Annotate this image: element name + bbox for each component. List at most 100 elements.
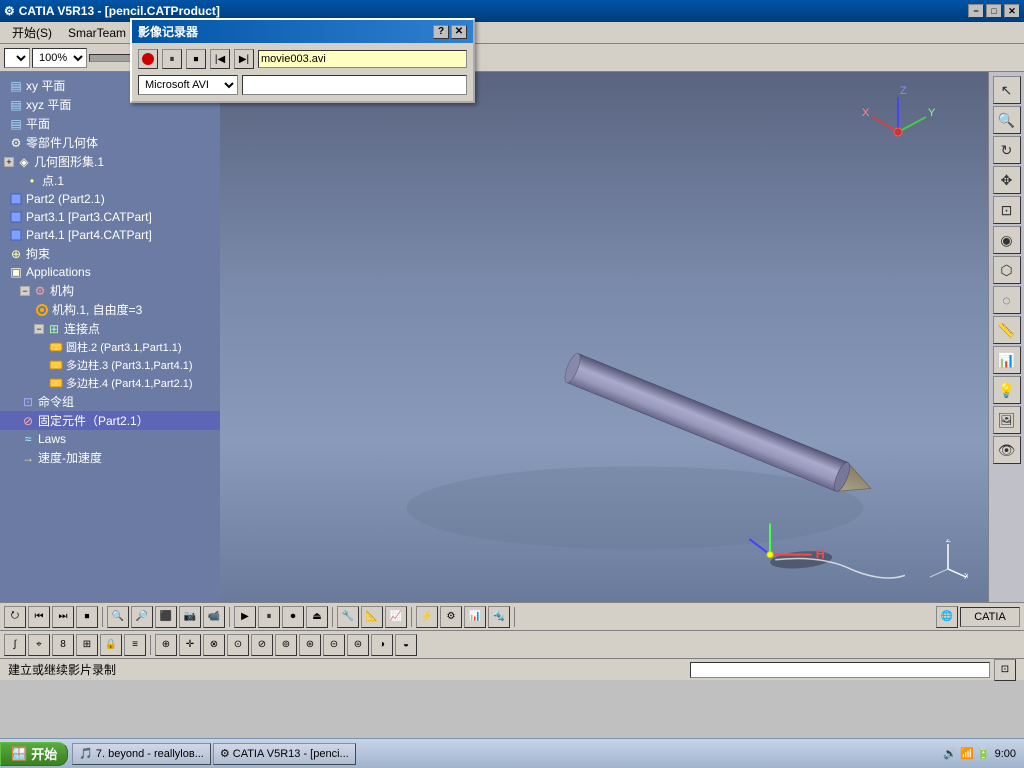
bt2-btn10[interactable]: ⊙ xyxy=(227,634,249,656)
rt-btn-analyze[interactable]: 📊 xyxy=(993,346,1021,374)
bt1-btn19[interactable]: 📊 xyxy=(464,606,486,628)
tree-item-poly4[interactable]: 多边柱.4 (Part4.1,Part2.1) xyxy=(0,374,220,392)
bt1-btn18[interactable]: ⚙ xyxy=(440,606,462,628)
taskbar-app-1[interactable]: 🎵 7. beyond - reallylов... xyxy=(72,743,211,765)
bt2-btn13[interactable]: ⊛ xyxy=(299,634,321,656)
bt1-btn7[interactable]: ⬛ xyxy=(155,606,177,628)
bt1-btn10[interactable]: ▶ xyxy=(234,606,256,628)
dialog-close-button[interactable]: ✕ xyxy=(451,25,467,39)
bt1-btn21[interactable]: 🌐 xyxy=(936,606,958,628)
rt-btn-zoom[interactable]: 🔍 xyxy=(993,106,1021,134)
rt-btn-view[interactable]: 👁 xyxy=(993,436,1021,464)
bt1-btn3[interactable]: ⏭ xyxy=(52,606,74,628)
expand-joints[interactable]: − xyxy=(34,324,44,334)
zoom-select[interactable]: 100% xyxy=(32,48,87,68)
taskbar-app-2[interactable]: ⚙ CATIA V5R13 - [penci... xyxy=(213,743,356,765)
tree-item-applications[interactable]: ▣ Applications xyxy=(0,263,220,281)
dialog-controls: ⏸ ⏹ |◀ ▶| xyxy=(138,49,467,69)
rt-btn-pan[interactable]: ✥ xyxy=(993,166,1021,194)
status-btn[interactable]: ⊡ xyxy=(994,659,1016,681)
tree-item-point[interactable]: • 点.1 xyxy=(0,171,220,190)
bt1-btn12[interactable]: ⏺ xyxy=(282,606,304,628)
tree-item-cyl2[interactable]: 圆柱.2 (Part3.1,Part1.1) xyxy=(0,338,220,356)
close-button[interactable]: ✕ xyxy=(1004,4,1020,18)
tree-item-fixed[interactable]: ⊘ 固定元件（Part2.1） xyxy=(0,411,220,430)
bt1-btn1[interactable]: ⭮ xyxy=(4,606,26,628)
bt2-btn7[interactable]: ⊕ xyxy=(155,634,177,656)
expand-mechanism[interactable]: − xyxy=(20,286,30,296)
rt-btn-light[interactable]: 💡 xyxy=(993,376,1021,404)
rt-btn-render[interactable]: 🖼 xyxy=(993,406,1021,434)
bt1-btn2[interactable]: ⏮ xyxy=(28,606,50,628)
tree-label: 速度-加速度 xyxy=(38,449,102,466)
tree-item-speed[interactable]: → 速度-加速度 xyxy=(0,448,220,467)
menu-start[interactable]: 开始(S) xyxy=(4,22,60,43)
maximize-button[interactable]: □ xyxy=(986,4,1002,18)
pause-button[interactable]: ⏸ xyxy=(162,49,182,69)
minimize-button[interactable]: − xyxy=(968,4,984,18)
bt1-btn15[interactable]: 📐 xyxy=(361,606,383,628)
rt-btn-normal[interactable]: ⊡ xyxy=(993,196,1021,224)
bt1-btn20[interactable]: 🔩 xyxy=(488,606,510,628)
toolbar-dropdown[interactable] xyxy=(4,48,30,68)
codec-input[interactable] xyxy=(242,75,467,95)
bt2-btn11[interactable]: ⊘ xyxy=(251,634,273,656)
tree-item-geo-set[interactable]: + ◈ 几何图形集.1 xyxy=(0,152,220,171)
start-button[interactable]: 🪟 开始 xyxy=(0,742,68,766)
rt-btn-wire[interactable]: ⬡ xyxy=(993,256,1021,284)
bt1-btn13[interactable]: ⏏ xyxy=(306,606,328,628)
bt1-btn5[interactable]: 🔍 xyxy=(107,606,129,628)
bt1-btn4[interactable]: ⏹ xyxy=(76,606,98,628)
expand-btn[interactable]: + xyxy=(4,157,14,167)
bt2-btn6[interactable]: ≡ xyxy=(124,634,146,656)
bt2-btn8[interactable]: ✛ xyxy=(179,634,201,656)
bt2-btn5[interactable]: 🔒 xyxy=(100,634,122,656)
bt2-btn9[interactable]: ⊗ xyxy=(203,634,225,656)
dialog-help-button[interactable]: ? xyxy=(433,25,449,39)
bt2-btn3[interactable]: 8 xyxy=(52,634,74,656)
rt-btn-rotate[interactable]: ↻ xyxy=(993,136,1021,164)
format-select[interactable]: Microsoft AVI xyxy=(138,75,238,95)
point-icon: • xyxy=(24,173,40,189)
bt2-btn2[interactable]: ⌖ xyxy=(28,634,50,656)
video-recorder-dialog[interactable]: 影像记录器 ? ✕ ⏸ ⏹ |◀ ▶| Microsoft AVI xyxy=(130,18,475,103)
bt2-btn17[interactable]: ◒ xyxy=(395,634,417,656)
tree-item-mech1[interactable]: 机构.1, 自由度=3 xyxy=(0,300,220,319)
bt2-btn4[interactable]: ⊞ xyxy=(76,634,98,656)
command-input[interactable] xyxy=(690,662,990,678)
bt1-btn16[interactable]: 📈 xyxy=(385,606,407,628)
bt1-btn11[interactable]: ⏸ xyxy=(258,606,280,628)
next-frame-button[interactable]: ▶| xyxy=(234,49,254,69)
tree-item-joints[interactable]: − ⊞ 连接点 xyxy=(0,319,220,338)
tree-item-geometry[interactable]: ⚙ 零部件几何体 xyxy=(0,133,220,152)
tree-item-cmdgroup[interactable]: ⊡ 命令组 xyxy=(0,392,220,411)
bt2-btn14[interactable]: ⊝ xyxy=(323,634,345,656)
bt1-btn8[interactable]: 📷 xyxy=(179,606,201,628)
tree-item-mechanism[interactable]: − ⚙ 机构 xyxy=(0,281,220,300)
bt1-btn9[interactable]: 📹 xyxy=(203,606,225,628)
record-button[interactable] xyxy=(138,49,158,69)
rt-btn-measure[interactable]: 📏 xyxy=(993,316,1021,344)
rt-btn-shading[interactable]: ◉ xyxy=(993,226,1021,254)
tree-item-part3[interactable]: Part3.1 [Part3.CATPart] xyxy=(0,208,220,226)
bt2-btn15[interactable]: ⊜ xyxy=(347,634,369,656)
menu-smarteam[interactable]: SmarTeam xyxy=(60,24,134,42)
tree-item-plane[interactable]: ▤ 平面 xyxy=(0,114,220,133)
stop-button[interactable]: ⏹ xyxy=(186,49,206,69)
bt2-btn16[interactable]: ◑ xyxy=(371,634,393,656)
tree-item-laws[interactable]: ≈ Laws xyxy=(0,430,220,448)
tree-item-constraint[interactable]: ⊕ 拘束 xyxy=(0,244,220,263)
bt1-btn17[interactable]: ⚡ xyxy=(416,606,438,628)
bt2-btn1[interactable]: ∫ xyxy=(4,634,26,656)
bt1-btn6[interactable]: 🔎 xyxy=(131,606,153,628)
rt-btn-hide[interactable]: ◌ xyxy=(993,286,1021,314)
tree-item-part2[interactable]: Part2 (Part2.1) xyxy=(0,190,220,208)
prev-frame-button[interactable]: |◀ xyxy=(210,49,230,69)
rt-btn-select[interactable]: ↖ xyxy=(993,76,1021,104)
bt2-btn12[interactable]: ⊚ xyxy=(275,634,297,656)
viewport[interactable]: H Z Y X xyxy=(220,72,988,602)
tree-item-part4[interactable]: Part4.1 [Part4.CATPart] xyxy=(0,226,220,244)
tree-item-poly3[interactable]: 多边柱.3 (Part3.1,Part4.1) xyxy=(0,356,220,374)
bt1-btn14[interactable]: 🔧 xyxy=(337,606,359,628)
filename-input[interactable] xyxy=(258,50,467,68)
